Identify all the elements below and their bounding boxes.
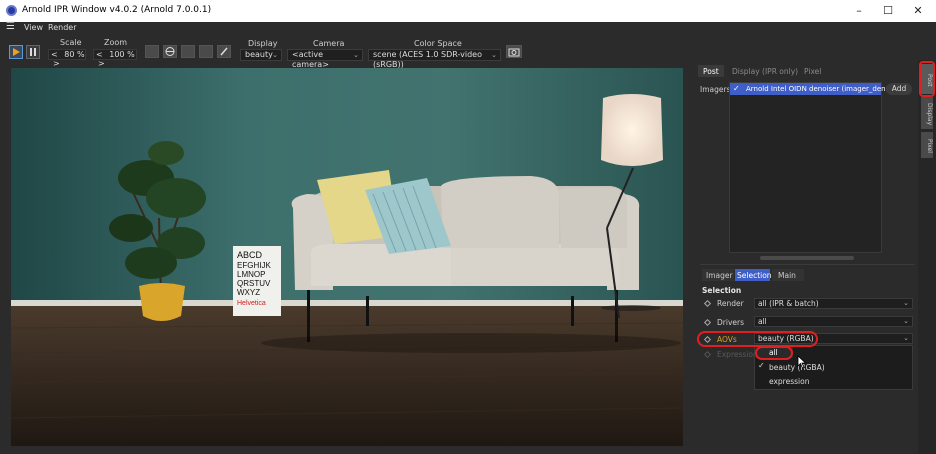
arnold-app-icon bbox=[6, 5, 17, 16]
tab-main-label: Main bbox=[778, 271, 796, 280]
drivers-select-value: all bbox=[758, 317, 767, 326]
pause-icon bbox=[30, 48, 36, 56]
chevron-down-icon: ⌄ bbox=[903, 317, 909, 325]
chevron-down-icon: ⌄ bbox=[903, 299, 909, 307]
check-icon: ✓ bbox=[758, 361, 765, 370]
check-icon: ✓ bbox=[733, 84, 740, 93]
globe-glyph bbox=[165, 47, 175, 56]
colorspace-value: scene (ACES 1.0 SDR-video (sRGB)) bbox=[373, 50, 482, 69]
tab-selection[interactable]: Selection bbox=[735, 269, 772, 281]
imager-list-item[interactable]: ✓ Arnold Intel OIDN denoiser (imager_den… bbox=[730, 83, 895, 95]
minimize-button[interactable]: – bbox=[844, 0, 874, 22]
hamburger-menu-icon[interactable]: ☰ bbox=[6, 21, 15, 32]
render-image: ABCD EFGHIJK LMNOP QRSTUV WXYZ Helvetica bbox=[11, 68, 683, 446]
pen-icon[interactable] bbox=[217, 45, 231, 58]
zoom-increment-icon[interactable]: > bbox=[98, 59, 105, 68]
camera-label: Camera bbox=[313, 39, 345, 48]
render-select[interactable]: all (IPR & batch) ⌄ bbox=[754, 298, 913, 309]
render-row-label: Render bbox=[717, 299, 744, 308]
scale-decrement-icon[interactable]: < bbox=[51, 50, 58, 59]
colorspace-label: Color Space bbox=[414, 39, 462, 48]
camera-value: <active camera> bbox=[292, 50, 329, 69]
chevron-down-icon: ⌄ bbox=[903, 334, 909, 342]
scale-value: 80 % bbox=[64, 50, 85, 59]
drivers-row-label: Drivers bbox=[717, 318, 744, 327]
annotation-highlight bbox=[755, 346, 793, 360]
scale-increment-icon[interactable]: > bbox=[53, 59, 60, 68]
close-button[interactable]: ✕ bbox=[903, 0, 933, 22]
snapshot-button[interactable] bbox=[506, 45, 522, 58]
poster-line: ABCD bbox=[237, 250, 263, 260]
tab-post[interactable]: Post bbox=[698, 65, 724, 77]
render-select-value: all (IPR & batch) bbox=[758, 299, 819, 308]
start-render-button[interactable] bbox=[9, 45, 23, 59]
globe-icon[interactable] bbox=[163, 45, 177, 58]
chevron-down-icon: ⌄ bbox=[272, 51, 278, 59]
side-tab-pixel[interactable]: Pixel bbox=[921, 132, 933, 158]
tab-imager-label: Imager bbox=[706, 271, 733, 280]
annotation-highlight bbox=[697, 331, 818, 347]
camera-icon bbox=[508, 48, 520, 57]
play-icon bbox=[13, 48, 20, 56]
tab-selection-label: Selection bbox=[737, 271, 772, 280]
tab-display-ipr[interactable]: Display (IPR only) bbox=[732, 67, 798, 76]
display-label: Display bbox=[248, 39, 278, 48]
imagers-list[interactable] bbox=[729, 82, 882, 253]
expression-row-label: Expression bbox=[717, 350, 758, 359]
colorspace-select[interactable]: scene (ACES 1.0 SDR-video (sRGB)) ⌄ bbox=[368, 49, 501, 69]
dropdown-option-expression[interactable]: expression bbox=[769, 377, 809, 386]
menu-render[interactable]: Render bbox=[48, 23, 76, 32]
typography-poster: ABCD EFGHIJK LMNOP QRSTUV WXYZ Helvetica bbox=[233, 246, 281, 316]
grid-icon[interactable] bbox=[199, 45, 213, 58]
drivers-select[interactable]: all ⌄ bbox=[754, 316, 913, 327]
tab-post-label: Post bbox=[703, 67, 719, 76]
chevron-down-icon: ⌄ bbox=[353, 51, 359, 59]
mouse-cursor-icon bbox=[797, 355, 807, 369]
poster-line: Helvetica bbox=[237, 300, 266, 307]
chevron-down-icon: ⌄ bbox=[491, 51, 497, 59]
section-title: Selection bbox=[702, 286, 742, 295]
poster-line: LMNOP bbox=[237, 270, 265, 279]
add-imager-button[interactable]: Add bbox=[886, 83, 912, 95]
display-select[interactable]: beauty ⌄ bbox=[240, 49, 282, 61]
poster-line: QRSTUV bbox=[237, 279, 271, 288]
imager-item-label: Arnold Intel OIDN denoiser (imager_denoi… bbox=[746, 85, 896, 93]
imagers-label: Imagers bbox=[700, 85, 731, 94]
list-scrollbar[interactable] bbox=[760, 256, 854, 260]
tab-pixel[interactable]: Pixel bbox=[804, 67, 821, 76]
pause-render-button[interactable] bbox=[26, 45, 40, 59]
scale-stepper[interactable]: < 80 % > bbox=[48, 49, 86, 68]
crop-icon[interactable] bbox=[181, 45, 195, 58]
poster-line: EFGHIJK bbox=[237, 261, 271, 270]
render-viewport[interactable]: ABCD EFGHIJK LMNOP QRSTUV WXYZ Helvetica bbox=[11, 68, 683, 446]
camera-select[interactable]: <active camera> ⌄ bbox=[287, 49, 363, 69]
scale-label: Scale bbox=[60, 38, 82, 47]
pen-glyph bbox=[220, 47, 228, 56]
zoom-label: Zoom bbox=[104, 38, 128, 47]
tab-main[interactable]: Main bbox=[772, 269, 804, 281]
side-tab-display[interactable]: Display bbox=[921, 97, 933, 129]
window-title: Arnold IPR Window v4.0.2 (Arnold 7.0.0.1… bbox=[22, 5, 212, 15]
annotation-highlight bbox=[919, 61, 935, 97]
maximize-button[interactable]: ☐ bbox=[873, 0, 903, 22]
tab-imager[interactable]: Imager bbox=[702, 269, 734, 281]
zoom-value: 100 % bbox=[109, 50, 135, 59]
poster-line: WXYZ bbox=[237, 288, 260, 297]
divider bbox=[700, 264, 915, 265]
zoom-decrement-icon[interactable]: < bbox=[96, 50, 103, 59]
region-icon[interactable] bbox=[145, 45, 159, 58]
display-value: beauty bbox=[245, 50, 273, 59]
menu-view[interactable]: View bbox=[24, 23, 43, 32]
title-bar: Arnold IPR Window v4.0.2 (Arnold 7.0.0.1… bbox=[0, 0, 936, 22]
zoom-stepper[interactable]: < 100 % > bbox=[93, 49, 137, 68]
menu-bar: ☰ View Render bbox=[0, 21, 936, 35]
